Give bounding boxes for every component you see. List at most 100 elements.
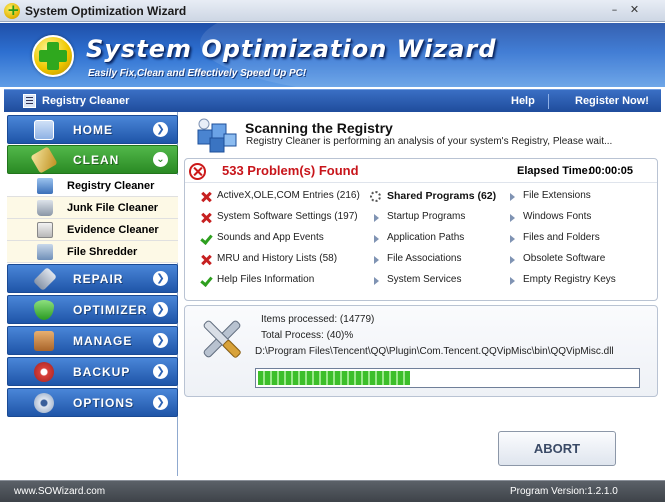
broom-icon — [30, 146, 58, 174]
arrow-right-icon — [506, 233, 518, 245]
menu-backup[interactable]: BACKUP ❯ — [7, 357, 178, 386]
wrench-icon — [32, 266, 58, 292]
progress-panel: Items processed: (14779) Total Process: … — [184, 305, 658, 397]
sidebar-item-registry-cleaner[interactable]: Registry Cleaner — [7, 175, 178, 197]
scan-subtitle: Registry Cleaner is performing an analys… — [246, 136, 613, 147]
menu-backup-label: BACKUP — [73, 365, 131, 379]
scan-category-label: Application Paths — [387, 232, 465, 243]
arrow-right-icon — [370, 254, 382, 266]
menu-clean[interactable]: CLEAN ⌄ — [7, 145, 178, 174]
scan-category-label: Empty Registry Keys — [523, 274, 616, 285]
menu-manage[interactable]: MANAGE ❯ — [7, 326, 178, 355]
program-version: Program Version:1.2.1.0 — [510, 486, 618, 497]
scan-category-label: File Extensions — [523, 190, 591, 201]
menu-clean-label: CLEAN — [73, 153, 120, 167]
scan-progress-fill — [258, 371, 410, 385]
results-header: 533 Problem(s) Found Elapsed Time: 00:00… — [185, 159, 657, 183]
chevron-right-icon: ❯ — [153, 395, 168, 410]
scan-title: Scanning the Registry — [245, 120, 393, 136]
chevron-right-icon: ❯ — [153, 122, 168, 137]
shield-icon — [34, 300, 54, 320]
logo-icon — [32, 35, 74, 77]
error-icon — [189, 163, 206, 180]
nav-divider — [548, 94, 549, 109]
menu-optimizer[interactable]: OPTIMIZER ❯ — [7, 295, 178, 324]
error-x-icon — [200, 191, 212, 203]
backup-disc-icon — [34, 362, 54, 382]
scan-category-label: Sounds and App Events — [217, 232, 324, 243]
chevron-down-icon: ⌄ — [153, 152, 168, 167]
title-bar: System Optimization Wizard – ✕ — [0, 0, 665, 22]
nav-bar: Registry Cleaner Help Register Now! — [4, 89, 661, 112]
website-link[interactable]: www.SOWizard.com — [14, 486, 105, 497]
scan-category-label: Obsolete Software — [523, 253, 606, 264]
toolbox-icon — [34, 331, 54, 351]
current-file-path: D:\Program Files\Tencent\QQ\Plugin\Com.T… — [255, 346, 614, 357]
scan-category-label: Help Files Information — [217, 274, 315, 285]
gear-icon — [34, 393, 54, 413]
scan-category-label: System Software Settings (197) — [217, 211, 358, 222]
sidebar-item-label: File Shredder — [67, 246, 138, 258]
sidebar-item-label: Junk File Cleaner — [67, 202, 159, 214]
sidebar-item-label: Evidence Cleaner — [67, 224, 159, 236]
error-x-icon — [200, 254, 212, 266]
chevron-right-icon: ❯ — [153, 271, 168, 286]
abort-button[interactable]: ABORT — [498, 431, 616, 466]
problems-count: 533 Problem(s) Found — [222, 163, 359, 178]
arrow-right-icon — [506, 275, 518, 287]
chevron-right-icon: ❯ — [153, 302, 168, 317]
scan-category-label: Shared Programs (62) — [387, 190, 497, 202]
arrow-right-icon — [370, 275, 382, 287]
menu-optimizer-label: OPTIMIZER — [73, 303, 148, 317]
scan-category-label: System Services — [387, 274, 462, 285]
tools-icon — [203, 320, 241, 358]
results-panel: 533 Problem(s) Found Elapsed Time: 00:00… — [184, 158, 658, 301]
sidebar-item-label: Registry Cleaner — [67, 180, 155, 192]
chevron-right-icon: ❯ — [153, 364, 168, 379]
document-icon — [37, 222, 53, 238]
check-icon — [200, 275, 212, 287]
menu-options[interactable]: OPTIONS ❯ — [7, 388, 178, 417]
arrow-right-icon — [506, 191, 518, 203]
status-bar: www.SOWizard.com Program Version:1.2.1.0 — [0, 480, 665, 502]
shredder-icon — [37, 244, 53, 260]
help-link[interactable]: Help — [511, 95, 535, 107]
total-process: Total Process: (40)% — [261, 330, 354, 341]
error-x-icon — [200, 212, 212, 224]
arrow-right-icon — [370, 233, 382, 245]
sidebar-item-evidence-cleaner[interactable]: Evidence Cleaner — [7, 219, 178, 241]
registry-cubes-icon — [37, 178, 53, 194]
sidebar: HOME ❯ CLEAN ⌄ Registry Cleaner Junk Fil… — [4, 112, 178, 476]
menu-repair[interactable]: REPAIR ❯ — [7, 264, 178, 293]
monitor-icon — [34, 120, 54, 140]
menu-home-label: HOME — [73, 123, 113, 137]
breadcrumb: Registry Cleaner — [42, 95, 130, 107]
elapsed-time-value: 00:00:05 — [589, 165, 634, 177]
minimize-button[interactable]: – — [606, 2, 623, 17]
items-processed: Items processed: (14779) — [261, 314, 375, 325]
scan-category-label: ActiveX,OLE,COM Entries (216) — [217, 190, 360, 201]
spinner-icon — [370, 191, 381, 202]
close-button[interactable]: ✕ — [626, 2, 643, 17]
check-icon — [200, 233, 212, 245]
scan-category-label: Windows Fonts — [523, 211, 592, 222]
brand-tagline: Easily Fix,Clean and Effectively Speed U… — [88, 68, 307, 79]
scan-progress-bar — [255, 368, 640, 388]
sidebar-item-file-shredder[interactable]: File Shredder — [7, 241, 178, 263]
chevron-right-icon: ❯ — [153, 333, 168, 348]
registry-icon — [23, 94, 36, 108]
menu-home[interactable]: HOME ❯ — [7, 115, 178, 144]
arrow-right-icon — [370, 212, 382, 224]
scan-category-label: Startup Programs — [387, 211, 466, 222]
menu-options-label: OPTIONS — [73, 396, 135, 410]
arrow-right-icon — [506, 254, 518, 266]
menu-repair-label: REPAIR — [73, 272, 124, 286]
sidebar-item-junk-file-cleaner[interactable]: Junk File Cleaner — [7, 197, 178, 219]
registry-cubes-icon — [197, 118, 237, 153]
app-icon — [4, 1, 20, 19]
scan-category-label: File Associations — [387, 253, 462, 264]
register-link[interactable]: Register Now! — [575, 95, 649, 107]
trash-icon — [37, 200, 53, 216]
elapsed-time-label: Elapsed Time: — [517, 165, 592, 177]
main-content: Scanning the Registry Registry Cleaner i… — [179, 112, 661, 476]
